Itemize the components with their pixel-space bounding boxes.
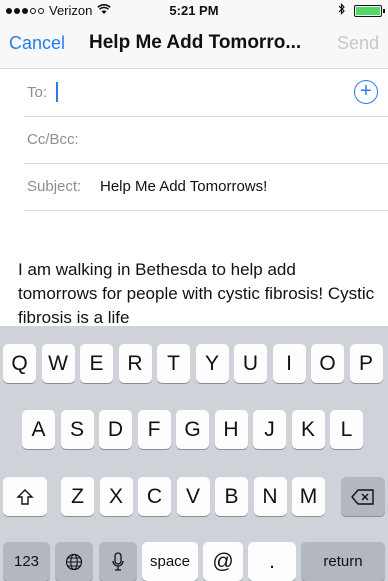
key-s[interactable]: S	[60, 410, 94, 449]
key-x[interactable]: X	[99, 477, 133, 516]
key-z[interactable]: Z	[61, 477, 94, 516]
period-key[interactable]: .	[248, 542, 296, 581]
key-k[interactable]: K	[291, 410, 325, 449]
navigation-bar: Cancel Help Me Add Tomorro... Send	[0, 20, 388, 69]
key-i[interactable]: I	[272, 344, 306, 383]
status-right	[338, 3, 385, 18]
bluetooth-icon	[338, 3, 346, 18]
space-key[interactable]: space	[142, 542, 198, 581]
microphone-icon	[112, 551, 124, 571]
key-g[interactable]: G	[176, 410, 209, 449]
key-p[interactable]: P	[349, 344, 383, 383]
microphone-key[interactable]	[99, 542, 137, 581]
subject-label: Subject:	[27, 178, 82, 195]
key-t[interactable]: T	[157, 344, 190, 383]
message-body[interactable]: I am walking in Bethesda to help add tom…	[18, 258, 378, 326]
to-label: To:	[27, 84, 48, 101]
globe-key[interactable]	[55, 542, 93, 581]
text-cursor	[56, 82, 58, 102]
key-u[interactable]: U	[234, 344, 267, 383]
add-contact-button[interactable]: +	[354, 80, 378, 104]
key-q[interactable]: Q	[3, 344, 36, 383]
key-w[interactable]: W	[41, 344, 75, 383]
status-time: 5:21 PM	[169, 3, 219, 18]
key-c[interactable]: C	[138, 477, 171, 516]
send-button[interactable]: Send	[337, 33, 379, 54]
cc-bcc-field[interactable]: Cc/Bcc:	[24, 116, 388, 164]
key-j[interactable]: J	[253, 410, 286, 449]
battery-charging-icon	[354, 4, 385, 17]
key-a[interactable]: A	[22, 410, 55, 449]
key-l[interactable]: L	[330, 410, 363, 449]
key-e[interactable]: E	[80, 344, 113, 383]
numbers-key[interactable]: 123	[3, 542, 50, 581]
cancel-button[interactable]: Cancel	[9, 33, 65, 54]
key-r[interactable]: R	[118, 344, 152, 383]
key-h[interactable]: H	[214, 410, 248, 449]
key-o[interactable]: O	[311, 344, 344, 383]
compose-form: To: + Cc/Bcc: Subject: Help Me Add Tomor…	[0, 69, 388, 326]
key-v[interactable]: V	[176, 477, 210, 516]
subject-field[interactable]: Subject: Help Me Add Tomorrows!	[24, 163, 388, 211]
keyboard: Q W E R T Y U I O P A S D F G H J K L Z X C V B N M 123 space @. retu…	[0, 326, 388, 581]
key-d[interactable]: D	[99, 410, 132, 449]
at-key[interactable]: @	[203, 542, 243, 581]
globe-icon	[65, 553, 83, 570]
to-field[interactable]: To: +	[24, 69, 388, 117]
subject-value[interactable]: Help Me Add Tomorrows!	[100, 178, 267, 195]
page-title: Help Me Add Tomorro...	[89, 32, 302, 53]
cc-bcc-label: Cc/Bcc:	[27, 131, 79, 148]
key-n[interactable]: N	[253, 477, 287, 516]
delete-icon	[351, 488, 374, 505]
delete-key[interactable]	[341, 477, 385, 516]
key-f[interactable]: F	[137, 410, 171, 449]
key-b[interactable]: B	[215, 477, 248, 516]
key-m[interactable]: M	[292, 477, 325, 516]
shift-key[interactable]	[3, 477, 47, 516]
shift-icon	[16, 488, 34, 505]
return-key[interactable]: return	[301, 542, 385, 581]
status-bar: Verizon 5:21 PM	[0, 0, 388, 20]
key-y[interactable]: Y	[195, 344, 229, 383]
